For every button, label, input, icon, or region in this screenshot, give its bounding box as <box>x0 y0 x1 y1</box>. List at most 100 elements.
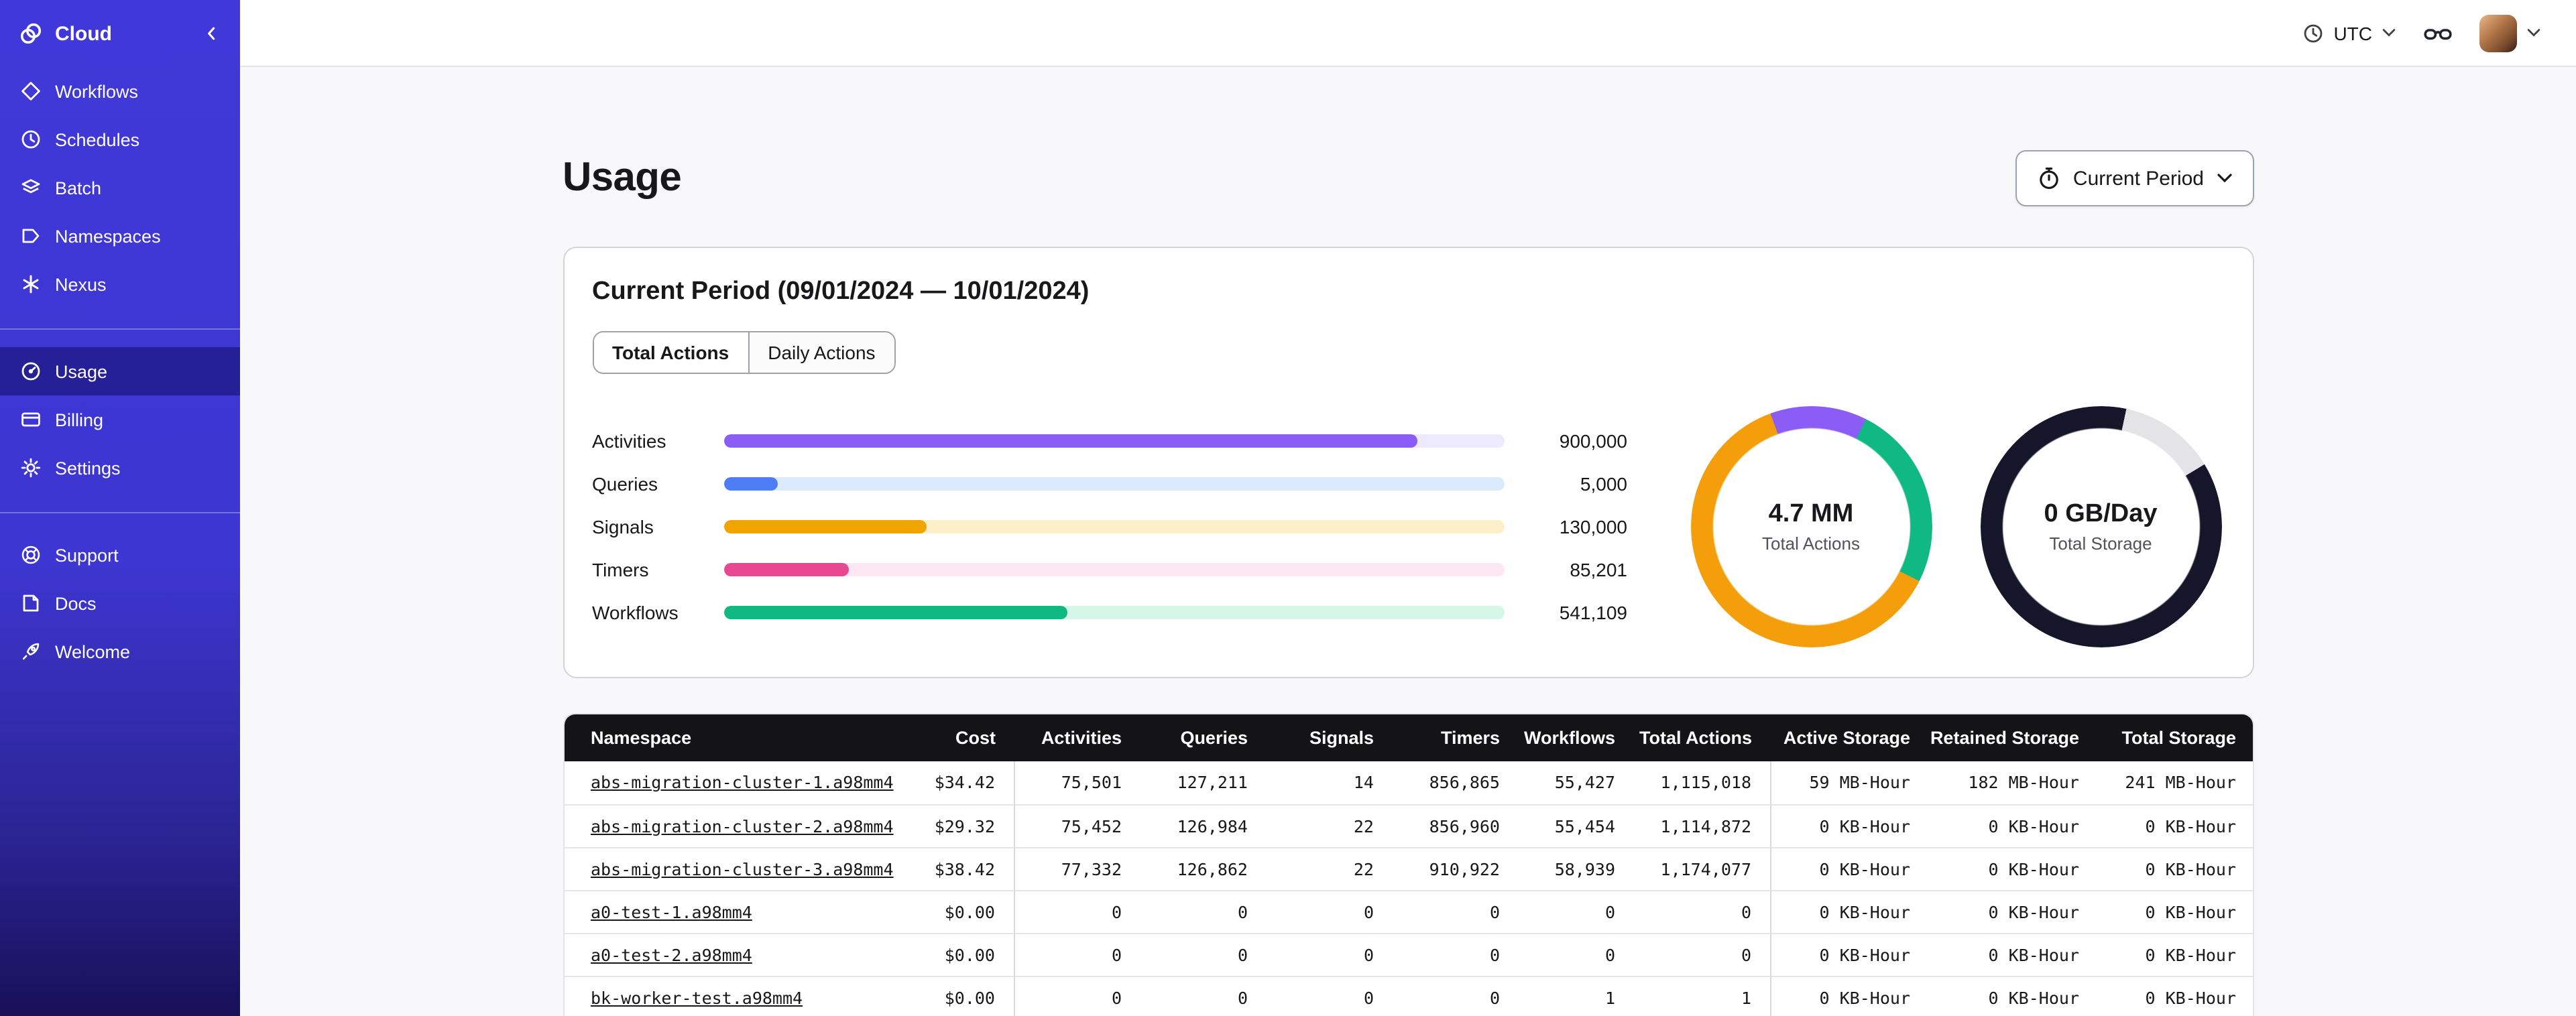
sidebar-collapse-button[interactable] <box>202 24 221 43</box>
cell-activities: 0 <box>1014 890 1140 934</box>
sidebar-item-namespaces[interactable]: Namespaces <box>0 212 240 260</box>
cell-namespace: a0-test-1.a98mm4 <box>564 890 902 934</box>
table-header-row: Namespace Cost Activities Queries Signal… <box>564 714 2252 761</box>
cell-timers: 856,865 <box>1393 761 1519 805</box>
sidebar-nav-footer: Support Docs Welcome <box>0 531 240 676</box>
bar-label: Activities <box>592 430 666 452</box>
bar-row-timers: Timers 85,201 <box>592 548 1627 591</box>
current-period-card: Current Period (09/01/2024 — 10/01/2024)… <box>563 247 2253 678</box>
table-row: a0-test-2.a98mm4 $0.00 0 0 0 0 0 0 0 KB-Hour 0 KB… <box>564 933 2252 976</box>
cell-retained-storage: 0 KB-Hour <box>1929 976 2098 1016</box>
chevron-down-icon <box>2216 173 2232 184</box>
cell-signals: 0 <box>1267 890 1393 934</box>
bar-fill <box>723 477 778 491</box>
cell-active-storage: 59 MB-Hour <box>1770 761 1929 805</box>
cell-signals: 14 <box>1267 761 1393 805</box>
namespace-link[interactable]: abs-migration-cluster-2.a98mm4 <box>591 816 894 836</box>
sidebar-item-batch[interactable]: Batch <box>0 164 240 212</box>
sidebar-item-label: Settings <box>55 458 121 478</box>
cell-active-storage: 0 KB-Hour <box>1770 933 1929 976</box>
table-row: a0-test-1.a98mm4 $0.00 0 0 0 0 0 0 0 KB-Hour 0 KB… <box>564 890 2252 934</box>
sidebar-item-label: Workflows <box>55 81 139 101</box>
sidebar-item-settings[interactable]: Settings <box>0 444 240 492</box>
sidebar-nav-account: Usage Billing Settings <box>0 347 240 492</box>
glasses-icon[interactable] <box>2423 18 2453 48</box>
bar-fill <box>723 563 849 576</box>
table-row: abs-migration-cluster-1.a98mm4 $34.42 75,5… <box>564 761 2252 805</box>
batch-icon <box>20 177 42 198</box>
bar-track <box>723 520 1504 533</box>
namespace-link[interactable]: a0-test-1.a98mm4 <box>591 901 752 922</box>
cell-namespace: bk-worker-test.a98mm4 <box>564 976 902 1016</box>
cell-total-storage: 0 KB-Hour <box>2098 933 2252 976</box>
sidebar-item-label: Namespaces <box>55 226 161 246</box>
bar-track <box>723 606 1504 619</box>
cell-namespace: abs-migration-cluster-3.a98mm4 <box>564 847 902 891</box>
usage-icon <box>20 361 42 382</box>
cell-workflows: 1 <box>1519 976 1634 1016</box>
sidebar-item-workflows[interactable]: Workflows <box>0 67 240 115</box>
workflows-icon <box>20 80 42 102</box>
sidebar-item-schedules[interactable]: Schedules <box>0 115 240 164</box>
cell-cost: $0.00 <box>902 890 1014 934</box>
usage-charts: Activities 900,000 Queries 5,000 Signals <box>592 406 2224 647</box>
cell-total-storage: 0 KB-Hour <box>2098 847 2252 891</box>
timezone-label: UTC <box>2333 22 2372 44</box>
sidebar-item-usage[interactable]: Usage <box>0 347 240 395</box>
cell-cost: $38.42 <box>902 847 1014 891</box>
cell-activities: 77,332 <box>1014 847 1140 891</box>
sidebar-item-welcome[interactable]: Welcome <box>0 627 240 676</box>
cell-activities: 0 <box>1014 976 1140 1016</box>
tab-daily-actions[interactable]: Daily Actions <box>748 332 894 373</box>
cell-cost: $0.00 <box>902 976 1014 1016</box>
namespace-link[interactable]: bk-worker-test.a98mm4 <box>591 987 803 1007</box>
tab-total-actions[interactable]: Total Actions <box>593 332 748 373</box>
sidebar-divider <box>0 512 240 513</box>
cell-total-storage: 0 KB-Hour <box>2098 890 2252 934</box>
col-header-namespace: Namespace <box>564 714 902 761</box>
namespace-link[interactable]: a0-test-2.a98mm4 <box>591 944 752 964</box>
rocket-icon <box>20 641 42 662</box>
cell-total-actions: 0 <box>1634 890 1771 934</box>
bar-label: Workflows <box>592 602 679 623</box>
nexus-icon <box>20 273 42 295</box>
cell-queries: 0 <box>1140 976 1267 1016</box>
bar-row-workflows: Workflows 541,109 <box>592 591 1627 634</box>
timezone-dropdown[interactable]: UTC <box>2302 22 2396 44</box>
donut-value: 0 GB/Day <box>2044 500 2158 528</box>
sidebar-item-support[interactable]: Support <box>0 531 240 579</box>
donut-label: Total Storage <box>2049 533 2152 554</box>
col-header-total-actions: Total Actions <box>1634 714 1771 761</box>
col-header-signals: Signals <box>1267 714 1393 761</box>
period-dropdown-button[interactable]: Current Period <box>2015 150 2253 206</box>
cell-queries: 0 <box>1140 933 1267 976</box>
bar-fill <box>723 434 1418 448</box>
bar-value: 5,000 <box>1580 473 1627 495</box>
bar-row-queries: Queries 5,000 <box>592 462 1627 505</box>
cell-signals: 22 <box>1267 804 1393 848</box>
cell-total-actions: 1,115,018 <box>1634 761 1771 805</box>
bar-value: 85,201 <box>1570 559 1627 580</box>
cell-timers: 0 <box>1393 976 1519 1016</box>
sidebar-item-docs[interactable]: Docs <box>0 579 240 627</box>
bar-fill <box>723 520 927 533</box>
sidebar-item-billing[interactable]: Billing <box>0 395 240 444</box>
user-avatar <box>2479 14 2517 52</box>
sidebar-item-nexus[interactable]: Nexus <box>0 260 240 308</box>
cell-active-storage: 0 KB-Hour <box>1770 804 1929 848</box>
cell-total-actions: 1,114,872 <box>1634 804 1771 848</box>
user-menu[interactable] <box>2479 14 2541 52</box>
namespace-link[interactable]: abs-migration-cluster-3.a98mm4 <box>591 859 894 879</box>
cell-timers: 856,960 <box>1393 804 1519 848</box>
main-content: Usage Current Period Current Period (09/… <box>240 67 2576 1016</box>
bar-row-activities: Activities 900,000 <box>592 420 1627 462</box>
col-header-workflows: Workflows <box>1519 714 1634 761</box>
cell-total-actions: 1 <box>1634 976 1771 1016</box>
bar-track <box>723 563 1504 576</box>
lifebuoy-icon <box>20 544 42 566</box>
namespace-link[interactable]: abs-migration-cluster-1.a98mm4 <box>591 773 894 793</box>
table-row: abs-migration-cluster-3.a98mm4 $38.42 77,3… <box>564 847 2252 891</box>
col-header-queries: Queries <box>1140 714 1267 761</box>
cell-active-storage: 0 KB-Hour <box>1770 847 1929 891</box>
cell-retained-storage: 0 KB-Hour <box>1929 890 2098 934</box>
